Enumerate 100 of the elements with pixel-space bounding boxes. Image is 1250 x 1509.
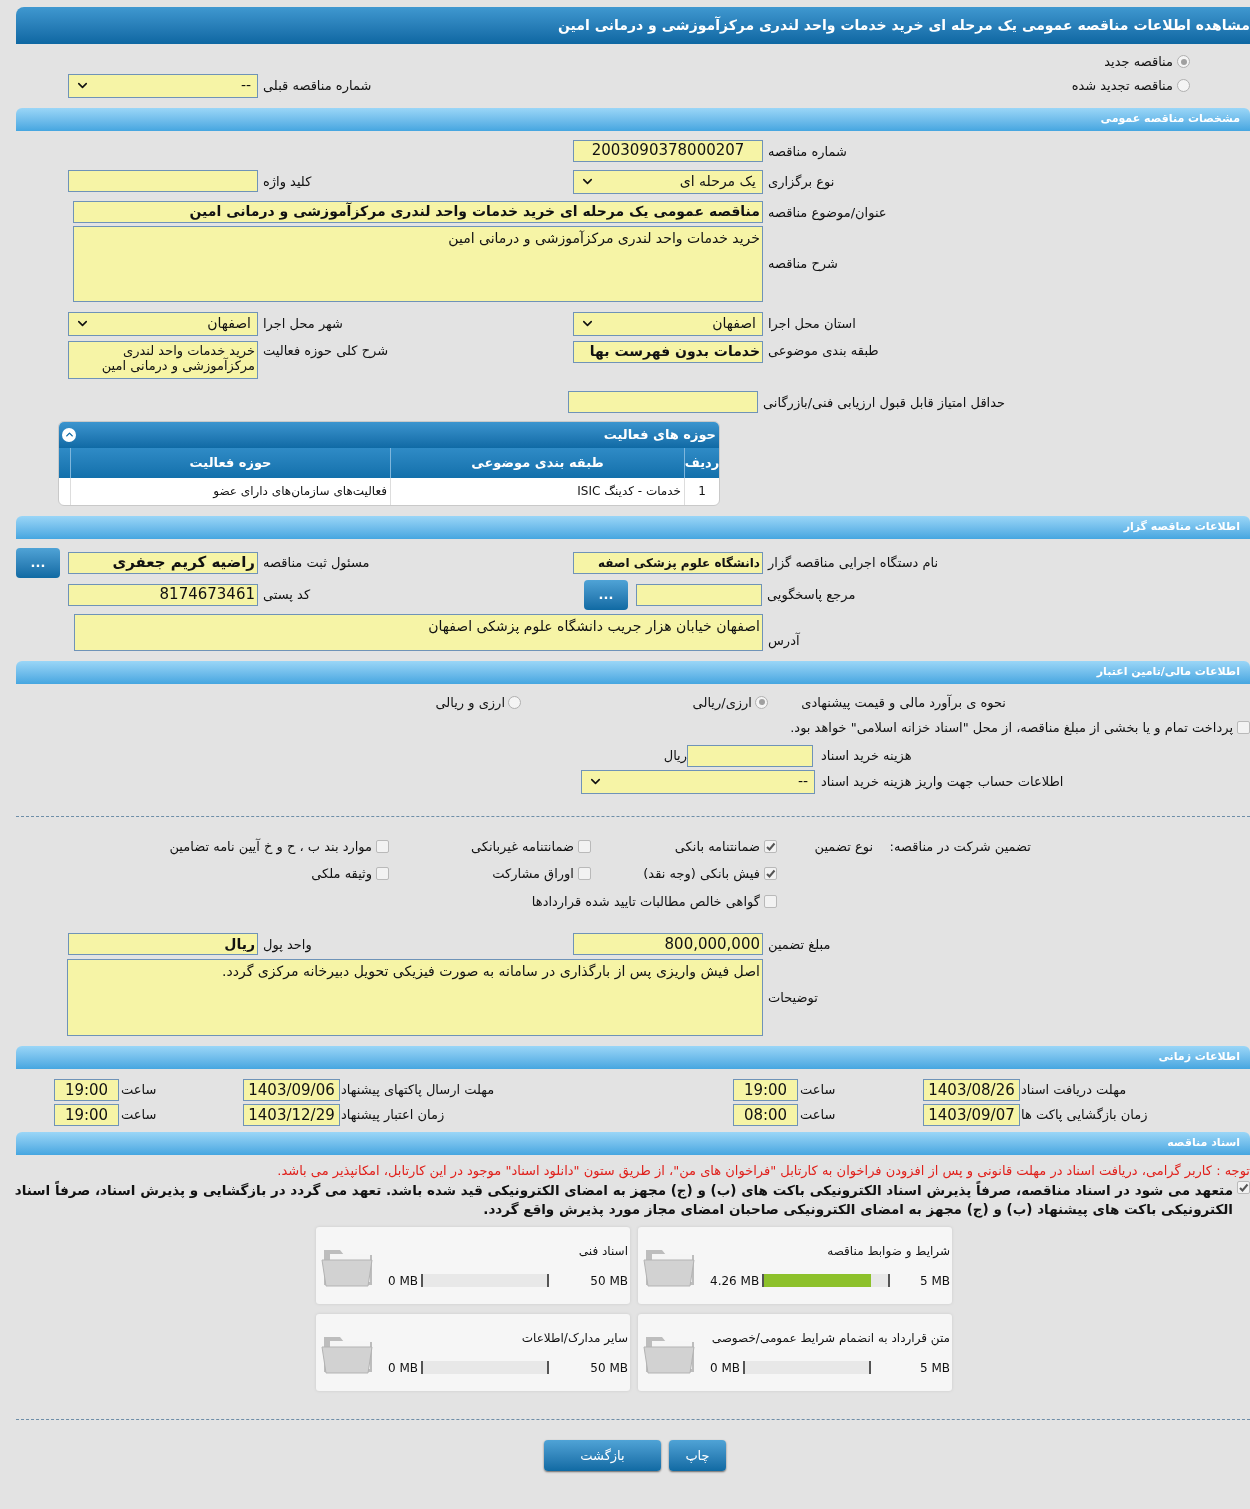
field-label: توضیحات	[768, 988, 818, 1008]
checkbox[interactable]	[1237, 721, 1250, 735]
field-label: مناقصه جدید	[1104, 53, 1173, 71]
text-field[interactable]: 1403/09/06	[243, 1079, 340, 1101]
field-label: اوراق مشارکت	[492, 865, 574, 884]
text-area[interactable]: اصفهان خیابان هزار جریب دانشگاه علوم پزشکی اصفهان	[74, 613, 763, 651]
select-field[interactable]: --	[68, 73, 258, 98]
field-label: تضمین شرکت در مناقصه:	[888, 837, 1031, 857]
text-field[interactable]: مناقصه عمومی یک مرحله ای خرید خدمات واحد لندری مرکزآموزشی و درمانی امین	[73, 200, 763, 223]
text-field[interactable]: 19:00	[54, 1079, 119, 1101]
field-label: استان محل اجرا	[768, 314, 856, 333]
document-title: اسناد فنی	[577, 1242, 628, 1260]
table-cell: فعالیت‌های سازمان‌های دارای عضو	[70, 477, 390, 505]
chevron-up-icon	[63, 429, 75, 440]
collapse-button[interactable]	[62, 427, 76, 442]
browse-button[interactable]: ...	[584, 579, 628, 610]
action-button[interactable]: چاپ	[669, 1440, 726, 1471]
text-field[interactable]: 8174673461	[68, 583, 258, 606]
field-label: ریال	[663, 746, 687, 766]
field-label: اطلاعات حساب جهت واریز هزینه خرید اسناد	[821, 772, 1065, 792]
column-header: ردیف	[684, 447, 719, 478]
text-area[interactable]: خرید خدمات واحد لندری مرکزآموزشی و درمانی امین	[73, 225, 763, 302]
field-label: ساعت	[120, 1106, 158, 1125]
field-label: وثیقه ملکی	[311, 865, 372, 884]
field-label: نوع تضمین	[813, 837, 873, 857]
document-title: سایر مدارک/اطلاعات	[520, 1329, 628, 1347]
field-label: کلید واژه	[263, 172, 312, 191]
text-field[interactable]: ریال	[68, 933, 258, 955]
field-label: نحوه ی برآورد مالی و قیمت پیشنهادی	[800, 693, 1006, 712]
checkbox[interactable]	[578, 867, 591, 881]
text-area[interactable]: اصل فیش واریزی پس از بارگذاری در سامانه به صورت فیزیکی تحویل دبیرخانه مرکزی گردد.	[67, 959, 763, 1036]
field-label: طبقه بندی موضوعی	[768, 341, 879, 360]
section-header: اسناد مناقصه	[16, 1132, 1250, 1155]
select-field[interactable]: اصفهان	[68, 311, 258, 336]
size-label: 5 MB	[919, 1359, 950, 1377]
field-label: مناقصه تجدید شده	[1071, 76, 1173, 95]
table-title: حوزه های فعالیت	[603, 425, 716, 444]
section-header: اطلاعات مناقصه گزار	[16, 515, 1250, 539]
size-label: 0 MB	[388, 1359, 419, 1377]
field-label: ساعت	[120, 1081, 158, 1100]
field-label: گواهی خالص مطالبات تایید شده قراردادها	[531, 892, 760, 911]
field-label: ضمانتنامه بانکی	[674, 837, 760, 856]
field-label: ضمانتنامه غیربانکی	[470, 837, 574, 856]
field-label: مسئول ثبت مناقصه	[263, 553, 370, 573]
field-label: ساعت	[799, 1081, 837, 1100]
field-label: مبلغ تضمین	[768, 936, 831, 955]
size-label: 50 MB	[590, 1272, 628, 1290]
browse-button[interactable]: ...	[16, 547, 60, 578]
action-button[interactable]: بازگشت	[544, 1440, 661, 1471]
size-label: 50 MB	[590, 1359, 628, 1377]
text-field[interactable]: 19:00	[54, 1104, 119, 1126]
radio-button[interactable]	[755, 695, 768, 709]
table-cell: خدمات - کدینگ ISIC	[390, 477, 684, 505]
text-area[interactable]: خرید خدمات واحد لندری مرکزآموزشی و درمانی امین	[68, 340, 258, 379]
field-label: شماره مناقصه	[768, 142, 847, 161]
text-field[interactable]: 1403/09/07	[923, 1104, 1020, 1126]
radio-button[interactable]	[1177, 55, 1190, 69]
radio-button[interactable]	[508, 695, 521, 709]
text-field[interactable]: 1403/12/29	[243, 1104, 340, 1126]
table-cell: 1	[684, 477, 719, 505]
checkbox[interactable]	[578, 839, 591, 853]
field-label: نام دستگاه اجرایی مناقصه گزار	[768, 553, 939, 572]
field-label: واحد پول	[263, 936, 312, 955]
text-field[interactable]	[68, 169, 258, 192]
radio-button[interactable]	[1177, 79, 1190, 92]
select-field[interactable]: --	[581, 769, 815, 794]
checkbox[interactable]	[376, 867, 389, 881]
text-field[interactable]	[568, 390, 758, 413]
select-field[interactable]: یک مرحله ای	[573, 169, 763, 194]
size-label: 0 MB	[710, 1359, 741, 1377]
field-label: کد پستی	[263, 585, 311, 604]
checkbox[interactable]	[1237, 1181, 1250, 1194]
text-field[interactable]: 08:00	[733, 1104, 798, 1126]
field-label: شهر محل اجرا	[263, 314, 343, 333]
checkbox[interactable]	[764, 867, 777, 881]
checkbox[interactable]	[764, 894, 777, 908]
text-field[interactable]	[687, 744, 813, 767]
page-title: مشاهده اطلاعات مناقصه عمومی یک مرحله ای خرید خدمات واحد لندری مرکزآموزشی و درمانی امین	[16, 7, 1250, 44]
text-field[interactable]: 800,000,000	[573, 933, 763, 955]
field-label: شماره مناقصه قبلی	[263, 76, 372, 96]
text-field[interactable]	[636, 583, 762, 606]
text-field[interactable]: 1403/08/26	[923, 1079, 1020, 1101]
section-header: مشخصات مناقصه عمومی	[16, 107, 1250, 131]
field-label: نوع برگزاری	[768, 172, 835, 191]
text-field[interactable]: راضیه کریم جعفری	[68, 551, 258, 574]
text-field[interactable]: دانشگاه علوم پزشکی اصفه	[573, 551, 763, 574]
select-field[interactable]: اصفهان	[573, 311, 763, 336]
checkbox[interactable]	[764, 839, 777, 853]
field-label: شرح مناقصه	[768, 254, 838, 274]
text-field[interactable]: 2003090378000207	[573, 139, 763, 162]
text-field[interactable]: 19:00	[733, 1079, 798, 1101]
text-field[interactable]: خدمات بدون فهرست بها	[573, 340, 763, 363]
checkbox[interactable]	[376, 839, 389, 853]
section-header: اطلاعات زمانی	[16, 1046, 1250, 1069]
field-label: پرداخت تمام و یا بخشی از مبلغ مناقصه، از محل "اسناد خزانه اسلامی" خواهد بود.	[790, 719, 1233, 738]
notice-text: توجه : کاربر گرامی، دریافت اسناد در مهلت قانونی و پس از افزودن فراخوان به کارتابل "فراخوان های من"، از طریق ستون "دانلود اسناد" موجود در این کارتابل، امکانپذیر می باشد.	[276, 1162, 1250, 1180]
section-header: اطلاعات مالی/تامین اعتبار	[16, 660, 1250, 684]
field-label: ساعت	[799, 1106, 837, 1125]
document-title: شرایط و ضوابط مناقصه	[826, 1242, 950, 1260]
field-label: حداقل امتیاز قابل قبول ارزیابی فنی/بازرگانی	[763, 393, 1006, 412]
